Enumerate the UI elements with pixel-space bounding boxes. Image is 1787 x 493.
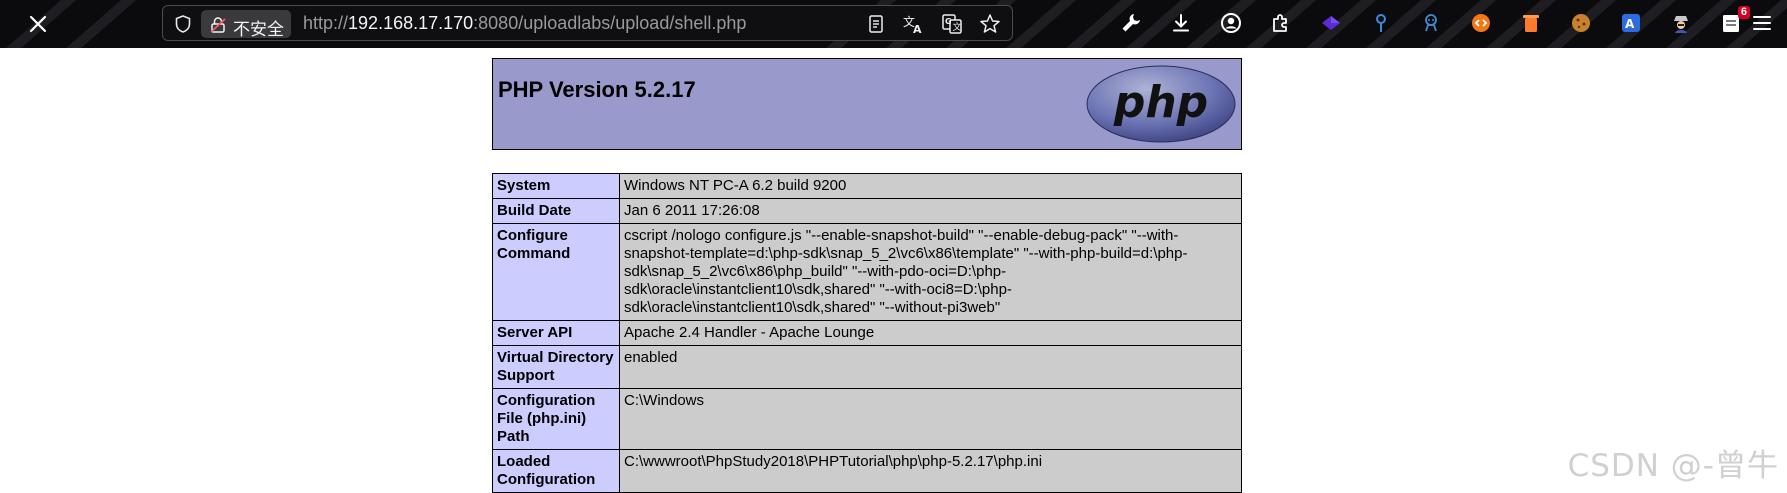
notification-badge: 6 [1737,6,1750,19]
info-key: Server API [492,320,620,346]
site-insecure-indicator[interactable]: 不安全 [201,10,291,40]
download-icon[interactable] [1168,10,1194,36]
phpinfo-page: PHP Version 5.2.17 php System Windows NT … [492,58,1242,493]
translate-extension-icon[interactable]: A [1618,10,1644,36]
spy-extension-icon[interactable] [1668,10,1694,36]
robot-extension-icon[interactable] [1418,10,1444,36]
info-value: C:\Windows [619,388,1242,450]
info-key: Loaded Configuration [492,449,620,493]
extensions-icon[interactable] [1268,10,1294,36]
browser-toolbar: 不安全 http://192.168.17.170:8080/uploadlab… [0,0,1787,48]
info-key: Configuration File (php.ini) Path [492,388,620,450]
csdn-watermark: CSDN @-曾牛 [1567,448,1779,484]
reader-mode-icon[interactable] [864,12,888,36]
info-key: Build Date [492,198,620,224]
security-label: 不安全 [233,20,284,40]
info-row: Configure Command cscript /nologo configu… [492,223,1242,321]
info-key: Virtual Directory Support [492,345,620,389]
toolbar-extensions: A 6 [1118,6,1768,40]
url-host: 192.168.17.170 [348,13,474,33]
hamburger-menu-icon[interactable] [1751,12,1773,34]
svg-text:文: 文 [953,21,962,33]
phpinfo-header: PHP Version 5.2.17 php [492,58,1242,150]
info-row: System Windows NT PC-A 6.2 build 9200 [492,173,1242,199]
php-logo-icon[interactable]: php [1086,65,1236,143]
info-value: Jan 6 2011 17:26:08 [619,198,1242,224]
php-logo-text: php [1113,77,1208,128]
svg-text:A: A [913,23,922,36]
broken-lock-icon [210,17,226,33]
trash-extension-icon[interactable] [1518,10,1544,36]
orange-code-extension-icon[interactable] [1468,10,1494,36]
url-bar-actions: 文A 文G [864,12,1002,36]
info-key: System [492,173,620,199]
translate-icon[interactable]: 文A [902,12,926,36]
cookie-extension-icon[interactable] [1568,10,1594,36]
stop-loading-icon[interactable] [26,12,50,36]
phpinfo-table: System Windows NT PC-A 6.2 build 9200 Buil… [492,173,1242,493]
wrench-icon[interactable] [1118,10,1144,36]
url-prefix: http:// [303,13,349,33]
info-row: Virtual Directory Support enabled [492,345,1242,389]
svg-text:A: A [1625,17,1635,31]
purple-diamond-extension-icon[interactable] [1318,10,1344,36]
info-row: Server API Apache 2.4 Handler - Apache Lo… [492,320,1242,346]
info-value: Apache 2.4 Handler - Apache Lounge [619,320,1242,346]
notes-extension-icon[interactable]: 6 [1718,6,1750,36]
info-row: Loaded Configuration C:\wwwroot\PhpStudy2… [492,449,1242,493]
info-row: Configuration File (php.ini) Path C:\Wind… [492,388,1242,450]
url-text[interactable]: http://192.168.17.170:8080/uploadlabs/up… [303,13,746,34]
account-icon[interactable] [1218,10,1244,36]
info-value: C:\wwwroot\PhpStudy2018\PHPTutorial\php\… [619,449,1242,493]
page-title: PHP Version 5.2.17 [498,77,696,102]
address-bar[interactable]: 不安全 http://192.168.17.170:8080/uploadlab… [162,5,1013,41]
url-path: :8080/uploadlabs/upload/shell.php [473,13,747,33]
info-key: Configure Command [492,223,620,321]
info-value: Windows NT PC-A 6.2 build 9200 [619,173,1242,199]
svg-text:G: G [945,17,952,26]
bookmark-star-icon[interactable] [978,12,1002,36]
page-translate-icon[interactable]: 文G [940,12,964,36]
info-value: enabled [619,345,1242,389]
pin-extension-icon[interactable] [1368,10,1394,36]
tracking-protection-shield-icon[interactable] [173,14,193,34]
info-row: Build Date Jan 6 2011 17:26:08 [492,198,1242,224]
info-value: cscript /nologo configure.js "--enable-s… [619,223,1242,321]
